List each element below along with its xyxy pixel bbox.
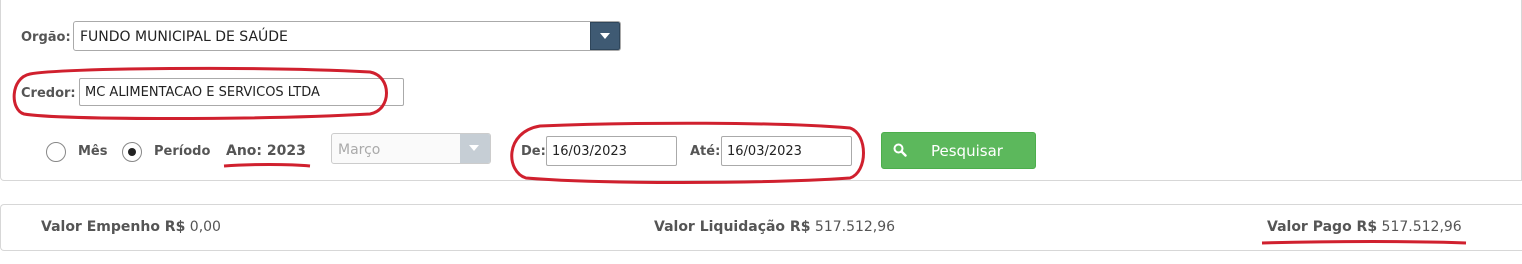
- de-date-input[interactable]: [546, 136, 677, 166]
- orgao-dropdown-arrow[interactable]: [590, 22, 620, 50]
- credor-input[interactable]: [79, 78, 404, 106]
- totals-panel: Valor Empenho R$ 0,00 Valor Liquidação R…: [0, 204, 1522, 251]
- ate-date-input[interactable]: [721, 136, 852, 166]
- ate-label: Até:: [690, 144, 721, 159]
- valor-pago-value: 517.512,96: [1381, 219, 1462, 235]
- valor-pago: Valor Pago R$ 517.512,96: [1267, 219, 1462, 235]
- search-button-label: Pesquisar: [931, 142, 1003, 160]
- orgao-select[interactable]: FUNDO MUNICIPAL DE SAÚDE: [73, 21, 621, 51]
- valor-empenho-label: Valor Empenho R$: [41, 219, 186, 235]
- mes-label: Mês: [78, 144, 108, 159]
- radio-mes[interactable]: [46, 142, 66, 162]
- valor-liquidacao-label: Valor Liquidação R$: [654, 219, 811, 235]
- radio-periodo[interactable]: [122, 142, 142, 162]
- periodo-label: Período: [154, 144, 211, 159]
- search-icon: [893, 143, 907, 157]
- month-selected-value: Março: [338, 142, 381, 158]
- chevron-down-icon: [469, 145, 479, 151]
- valor-empenho-value: 0,00: [189, 219, 221, 235]
- search-button[interactable]: Pesquisar: [881, 132, 1036, 169]
- de-label: De:: [521, 144, 546, 159]
- orgao-label: Orgão:: [21, 30, 71, 45]
- filter-panel: Orgão: FUNDO MUNICIPAL DE SAÚDE Credor: …: [0, 0, 1522, 181]
- valor-liquidacao-value: 517.512,96: [814, 219, 896, 235]
- valor-empenho: Valor Empenho R$ 0,00: [41, 219, 221, 235]
- month-select[interactable]: Março: [331, 133, 491, 164]
- month-dropdown-arrow[interactable]: [460, 134, 490, 163]
- ano-label: Ano: 2023: [226, 143, 306, 159]
- orgao-selected-value: FUNDO MUNICIPAL DE SAÚDE: [80, 29, 288, 45]
- chevron-down-icon: [600, 33, 610, 39]
- valor-pago-label: Valor Pago R$: [1267, 219, 1378, 235]
- credor-label: Credor:: [21, 86, 76, 101]
- valor-liquidacao: Valor Liquidação R$ 517.512,96: [654, 219, 895, 235]
